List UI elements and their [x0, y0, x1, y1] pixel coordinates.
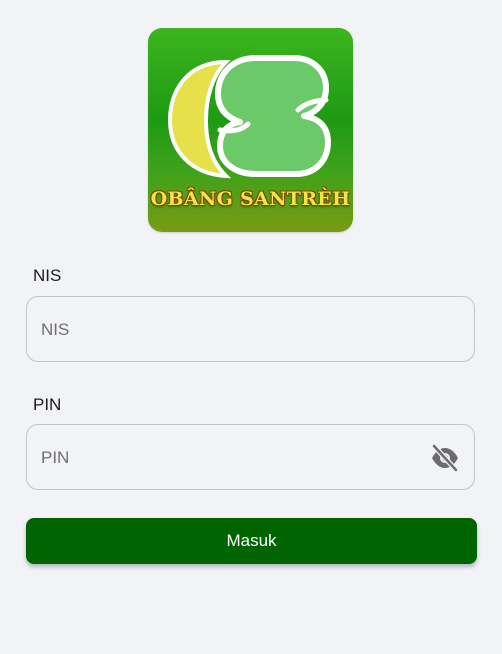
login-button[interactable]: Masuk — [26, 518, 477, 564]
nis-field[interactable] — [26, 296, 475, 363]
nis-input[interactable] — [39, 297, 423, 363]
app-logo: OBÂNG SANTRÈH — [148, 28, 353, 232]
pin-field[interactable] — [26, 424, 475, 491]
logo-text: OBÂNG SANTRÈH — [150, 188, 351, 210]
nis-label: NIS — [33, 266, 62, 285]
pin-label: PIN — [33, 395, 62, 414]
logo-s-shape — [215, 55, 331, 177]
eye-off-icon[interactable] — [430, 444, 460, 472]
pin-input[interactable] — [39, 425, 423, 491]
